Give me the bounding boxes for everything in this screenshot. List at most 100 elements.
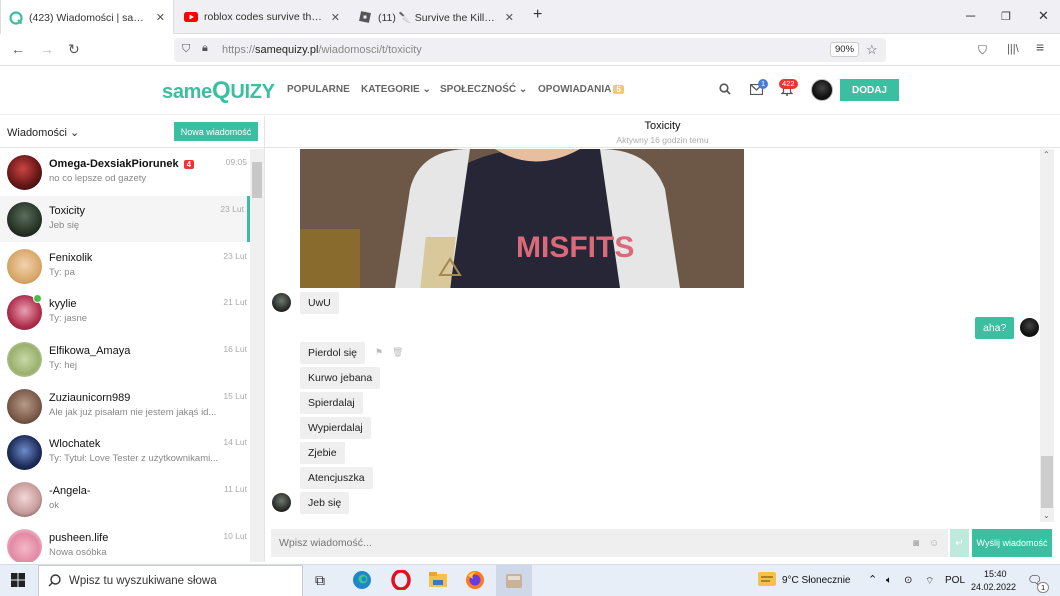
reload-icon[interactable]: ↻ xyxy=(68,41,80,58)
new-tab-icon[interactable]: + xyxy=(533,6,542,24)
weather-text[interactable]: 9°C Słonecznie xyxy=(782,575,850,586)
trash-icon[interactable]: 🗑︎ xyxy=(392,347,403,358)
notification-count-badge: 1 xyxy=(1037,582,1050,593)
tab-title: roblox codes survive the killer 2 xyxy=(204,11,325,23)
avatar xyxy=(7,389,42,424)
clock-date[interactable]: 24.02.2022 xyxy=(971,582,1016,592)
avatar xyxy=(7,482,42,517)
menu-spolecznosc[interactable]: SPOŁECZNOŚĆ ⌄ xyxy=(440,84,527,95)
conversation-preview: Jeb się xyxy=(49,220,80,231)
chat-contact-name[interactable]: Toxicity xyxy=(265,120,1060,132)
tray-chevron-icon[interactable]: ⌃ xyxy=(868,573,877,586)
unread-badge: 4 xyxy=(183,160,195,169)
headphone-icon[interactable]: ⊙ xyxy=(904,575,912,586)
opera-icon[interactable] xyxy=(391,569,411,593)
menu-kategorie[interactable]: KATEGORIE ⌄ xyxy=(361,84,431,95)
conversation-item[interactable]: Fenixolik Ty: pa 23 Lut xyxy=(0,243,250,289)
close-tab-icon[interactable]: ✕ xyxy=(156,11,165,24)
conversation-preview: Ty: pa xyxy=(49,267,75,278)
shared-photo[interactable]: MISFITS xyxy=(300,149,744,288)
windows-start-icon[interactable] xyxy=(11,573,25,590)
browser-tab-active[interactable]: (423) Wiadomości | sameQuizy ✕ xyxy=(0,0,174,35)
add-button[interactable]: DODAJ xyxy=(840,79,899,101)
close-window-icon[interactable]: ✕ xyxy=(1038,8,1049,24)
site-header: sameQUIZY POPULARNE KATEGORIE ⌄ SPOŁECZN… xyxy=(0,67,1060,115)
browser-tab[interactable]: roblox codes survive the killer 2 ✕ xyxy=(176,0,348,34)
avatar xyxy=(7,435,42,470)
menu-icon[interactable]: ≡ xyxy=(1036,39,1044,55)
opowiadania-badge: 5 xyxy=(613,85,624,94)
back-icon[interactable]: ← xyxy=(11,41,25,57)
bookmark-star-icon[interactable]: ☆ xyxy=(866,42,878,58)
avatar xyxy=(7,342,42,377)
conversation-item[interactable]: kyylie Ty: jasne 21 Lut xyxy=(0,289,250,335)
message-composer: ◙ ☺ xyxy=(271,529,948,557)
conversation-time: 21 Lut xyxy=(223,297,247,307)
taskbar-active-app[interactable] xyxy=(496,565,532,596)
firefox-icon[interactable] xyxy=(465,570,485,593)
clock-time[interactable]: 15:40 xyxy=(984,569,1007,579)
close-tab-icon[interactable]: ✕ xyxy=(331,11,340,24)
send-message-button[interactable]: Wyślij wiadomość xyxy=(972,529,1052,557)
youtube-favicon xyxy=(184,10,198,24)
conversation-item[interactable]: pusheen.life Nowa osóbka 10 Lut xyxy=(0,523,250,562)
message-input[interactable] xyxy=(271,529,911,557)
conversation-time: 16 Lut xyxy=(223,344,247,354)
pocket-icon[interactable]: ⛉ xyxy=(978,43,987,58)
volume-icon[interactable]: 🔈︎ xyxy=(886,575,892,586)
browser-tab[interactable]: (11) 🔪 Survive the Killer! - Robl ✕ xyxy=(350,0,522,34)
forward-icon[interactable]: → xyxy=(40,41,54,57)
file-explorer-icon[interactable] xyxy=(428,570,448,593)
report-flag-icon[interactable]: ⚑ xyxy=(375,347,383,358)
conversation-list: Omega-DexsiakPiorunek 4 no co lepsze od g… xyxy=(0,149,250,562)
library-icon[interactable]: |||\ xyxy=(1007,43,1019,55)
edge-icon[interactable] xyxy=(352,570,372,593)
close-tab-icon[interactable]: ✕ xyxy=(505,11,514,24)
camera-icon[interactable]: ◙ xyxy=(913,538,919,549)
conversation-item[interactable]: Zuziaunicorn989 Ale jak już pisałam nie … xyxy=(0,383,250,429)
emoji-icon[interactable]: ☺ xyxy=(929,538,939,549)
messages-scrollbar-thumb[interactable] xyxy=(1041,456,1053,508)
weather-icon[interactable] xyxy=(758,572,776,589)
site-logo[interactable]: sameQUIZY xyxy=(162,77,275,105)
user-avatar[interactable] xyxy=(811,79,833,101)
conversation-name: Wlochatek xyxy=(49,438,101,450)
conversation-preview: Nowa osóbka xyxy=(49,547,107,558)
minimize-icon[interactable]: ─ xyxy=(966,8,975,23)
menu-popularne[interactable]: POPULARNE xyxy=(287,84,350,95)
conversation-item[interactable]: -Angela- ok 11 Lut xyxy=(0,476,250,522)
search-icon[interactable] xyxy=(719,83,731,98)
conversation-item[interactable]: Omega-DexsiakPiorunek 4 no co lepsze od g… xyxy=(0,149,250,195)
chat-header: Toxicity Aktywny 16 godzin temu xyxy=(265,116,1060,148)
sender-avatar xyxy=(272,493,291,512)
conversation-name: Zuziaunicorn989 xyxy=(49,392,131,404)
scroll-up-icon[interactable]: ⌃ xyxy=(1043,150,1050,159)
conversation-time: 10 Lut xyxy=(223,531,247,541)
address-bar[interactable]: ⛉ 🔒︎ https://samequizy.pl/wiadomosci/t/t… xyxy=(174,38,886,62)
message-bubble: Atencjuszka xyxy=(300,467,373,489)
messages-area: MISFITS UwU aha? Pierdol się ⚑ 🗑︎ Kurwo … xyxy=(265,149,1040,522)
conversation-item-active[interactable]: Toxicity Jeb się 23 Lut xyxy=(0,196,250,242)
zoom-indicator[interactable]: 90% xyxy=(830,42,860,57)
sidebar-scrollbar-thumb[interactable] xyxy=(252,162,262,198)
conversation-item[interactable]: Elfikowa_Amaya Ty: hej 16 Lut xyxy=(0,336,250,382)
conversation-item[interactable]: Wlochatek Ty: Tytuł: Love Tester z użytk… xyxy=(0,429,250,475)
wifi-icon[interactable]: ⌔ xyxy=(925,575,934,588)
new-message-button[interactable]: Nowa wiadomość xyxy=(174,122,258,141)
conversation-preview: ok xyxy=(49,500,60,511)
sidebar-title-dropdown[interactable]: Wiadomości ⌄ xyxy=(7,126,79,139)
menu-opowiadania[interactable]: OPOWIADANIA 5 xyxy=(538,84,624,95)
shield-icon[interactable]: ⛉ xyxy=(182,43,190,56)
conversation-time: 09:05 xyxy=(225,157,247,167)
restore-icon[interactable]: ❐ xyxy=(1001,10,1011,23)
language-indicator[interactable]: POL xyxy=(945,575,965,586)
browser-tab-bar: (423) Wiadomości | sameQuizy ✕ roblox co… xyxy=(0,0,1060,35)
lock-icon[interactable]: 🔒︎ xyxy=(202,42,208,55)
taskbar-search-placeholder: Wpisz tu wyszukiwane słowa xyxy=(69,575,217,587)
scroll-down-icon[interactable]: ⌄ xyxy=(1043,511,1050,520)
enter-key-toggle[interactable]: ↵ xyxy=(950,529,969,557)
taskbar-search[interactable]: Wpisz tu wyszukiwane słowa xyxy=(38,565,303,596)
conversation-name: kyylie xyxy=(49,298,77,310)
task-view-icon[interactable]: ⧉ xyxy=(315,572,325,589)
sidebar-scrollbar[interactable] xyxy=(250,149,264,562)
